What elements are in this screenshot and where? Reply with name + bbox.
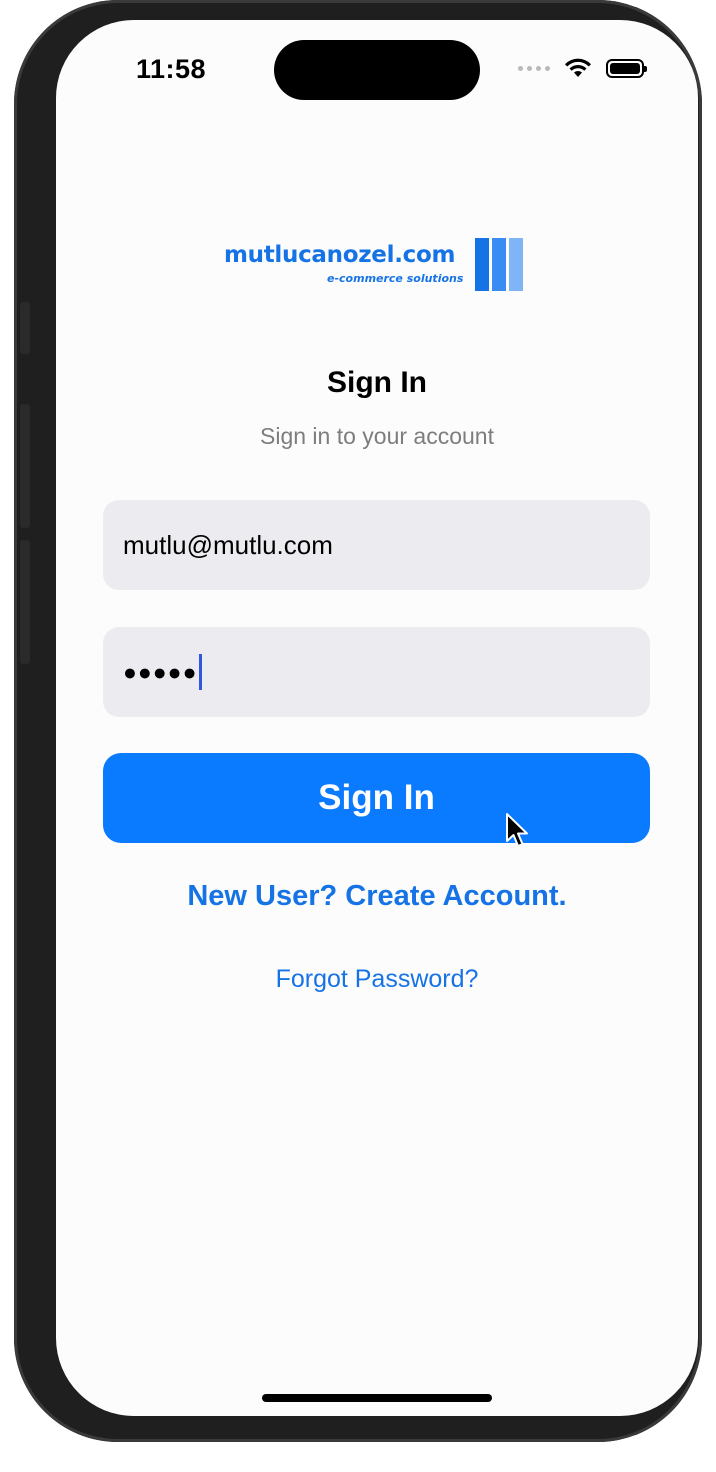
logo-bar [475, 238, 489, 291]
page-title: Sign In [327, 366, 427, 399]
email-field[interactable]: mutlu@mutlu.com [103, 500, 650, 590]
logo-bars-icon [475, 238, 523, 291]
volume-up-button [20, 404, 30, 528]
create-account-link[interactable]: New User? Create Account. [56, 880, 698, 913]
volume-down-button [20, 540, 30, 664]
mouse-pointer-icon [506, 813, 528, 847]
wifi-icon [565, 58, 591, 77]
status-time: 11:58 [136, 54, 207, 84]
password-field[interactable]: ●●●●● [103, 627, 650, 717]
logo-tagline: e-commerce solutions [327, 272, 464, 285]
logo-bar [492, 238, 506, 291]
phone-frame: 11:58 mutlucanozel.com e-commerce soluti… [14, 0, 702, 1442]
app-screen: 11:58 mutlucanozel.com e-commerce soluti… [56, 20, 698, 1416]
action-button [20, 302, 30, 354]
brand-logo: mutlucanozel.com e-commerce solutions [224, 238, 524, 294]
sign-in-button[interactable]: Sign In [103, 753, 650, 843]
forgot-password-link[interactable]: Forgot Password? [56, 965, 698, 994]
logo-text: mutlucanozel.com [224, 242, 456, 268]
cellular-signal-icon [518, 65, 550, 71]
status-icons [518, 58, 647, 78]
battery-icon [606, 58, 647, 78]
password-value: ●●●●● [123, 658, 198, 685]
home-indicator[interactable] [262, 1394, 492, 1402]
email-value: mutlu@mutlu.com [123, 529, 333, 560]
page-subtitle: Sign in to your account [260, 423, 494, 449]
text-caret [199, 654, 203, 690]
logo-bar [509, 238, 523, 291]
dynamic-island [274, 40, 480, 100]
